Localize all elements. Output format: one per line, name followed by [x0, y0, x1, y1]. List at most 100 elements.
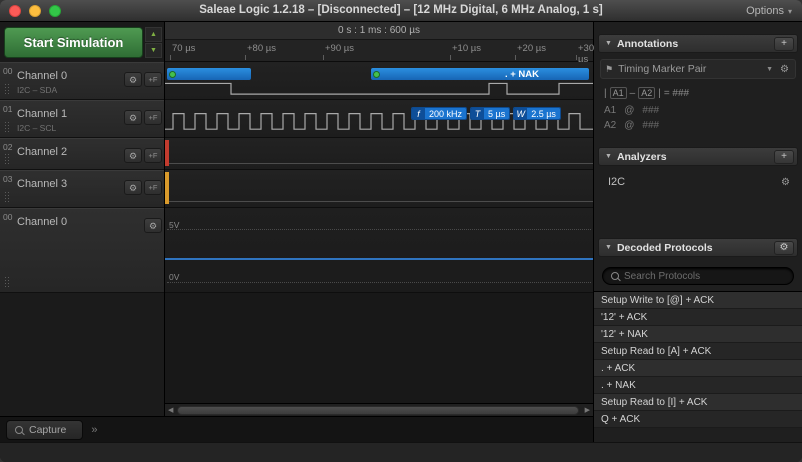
drag-handle[interactable] [4, 153, 10, 166]
formula-close: | [658, 88, 661, 99]
trigger-button[interactable]: +F [144, 148, 162, 163]
waveform-channel-1[interactable]: f200 kHz T5 µs W2.5 µs [165, 100, 593, 138]
section-annotations-header[interactable]: ▼ Annotations + [598, 34, 798, 53]
protocol-row[interactable]: Q + ACK [594, 411, 802, 428]
section-analyzers-header[interactable]: ▼ Analyzers + [598, 147, 798, 166]
voltage-gridline [167, 229, 591, 230]
channel-buttons: ⚙ +F [124, 174, 162, 207]
section-decoded-protocols-header[interactable]: ▼ Decoded Protocols ⚙ [598, 238, 798, 257]
channel-row-2[interactable]: 02 Channel 2 ⚙ +F [0, 138, 164, 170]
channel-buttons: ⚙ [144, 212, 162, 292]
collapse-up-button[interactable]: ▲ [145, 27, 162, 42]
channel-settings-button[interactable]: ⚙ [144, 218, 162, 233]
channel-settings-button[interactable]: ⚙ [124, 180, 142, 195]
protocol-row[interactable]: Setup Write to [@] + ACK [594, 292, 802, 309]
tick-label: 70 µs [172, 43, 195, 54]
width-value: 2.5 µs [527, 108, 560, 119]
marker-settings-button[interactable]: ⚙ [778, 64, 791, 75]
waveform-channel-0[interactable]: . + NAK [165, 62, 593, 100]
trigger-button[interactable]: +F [144, 72, 162, 87]
protocol-row[interactable]: . + ACK [594, 360, 802, 377]
disclosure-icon[interactable]: ▼ [605, 244, 612, 251]
protocol-row[interactable]: Setup Read to [I] + ACK [594, 394, 802, 411]
scroll-thumb[interactable] [177, 406, 578, 415]
formula-minus: – [630, 88, 636, 99]
drag-handle[interactable] [4, 191, 10, 204]
collapse-down-button[interactable]: ▼ [145, 43, 162, 58]
scroll-right-icon[interactable]: ▶ [585, 406, 590, 414]
timing-marker-pair-label: Timing Marker Pair [618, 63, 761, 75]
channel-handle-area: 02 [3, 142, 17, 169]
drag-handle[interactable] [4, 121, 10, 134]
chevron-down-icon: ▾ [788, 7, 792, 16]
width-icon: W [514, 108, 527, 119]
timing-marker-pair[interactable]: ⚑ Timing Marker Pair ▼ ⚙ [600, 59, 796, 79]
channel-settings-button[interactable]: ⚙ [124, 110, 142, 125]
timeline-ruler[interactable]: 70 µs +80 µs +90 µs +10 µs +20 µs +30 µs [165, 40, 593, 62]
protocol-row[interactable]: Setup Read to [A] + ACK [594, 343, 802, 360]
content: Start Simulation ▲ ▼ 0 s : 1 ms : 600 µs… [0, 22, 802, 442]
analyzer-i2c[interactable]: I2C ⚙ [600, 172, 796, 192]
chevron-down-icon[interactable]: ▼ [766, 66, 773, 73]
waveform-channel-2[interactable] [165, 138, 593, 170]
tick-label: +90 µs [325, 43, 354, 54]
channel-row-0[interactable]: 00 Channel 0 I2C – SDA ⚙ +F [0, 62, 164, 100]
flat-trace [169, 201, 593, 202]
scroll-track[interactable] [175, 406, 582, 415]
marker-a1-chip: A1 [610, 87, 627, 99]
width-measurement[interactable]: W2.5 µs [513, 107, 561, 120]
period-measurement[interactable]: T5 µs [470, 107, 510, 120]
channel-info: Channel 0 [17, 212, 144, 292]
drag-handle[interactable] [4, 276, 10, 289]
tick-label: +10 µs [452, 43, 481, 54]
i2c-annotation-bar[interactable] [167, 68, 251, 80]
channel-row-1[interactable]: 01 Channel 1 I2C – SCL ⚙ +F [0, 100, 164, 138]
channel-row-3[interactable]: 03 Channel 3 ⚙ +F [0, 170, 164, 208]
channel-settings-button[interactable]: ⚙ [124, 148, 142, 163]
horizontal-scrollbar[interactable]: ◀ ▶ [165, 403, 593, 416]
panel-collapse-controls: ▲ ▼ [145, 27, 162, 58]
tracks: 00 Channel 0 I2C – SDA ⚙ +F [0, 62, 593, 416]
start-simulation-button[interactable]: Start Simulation [4, 27, 143, 58]
add-analyzer-button[interactable]: + [774, 150, 794, 164]
search-protocols-input[interactable] [624, 271, 785, 282]
trigger-button[interactable]: +F [144, 110, 162, 125]
waveform-channel-3[interactable] [165, 170, 593, 208]
channel-row-analog-0[interactable]: 00 Channel 0 ⚙ [0, 208, 164, 293]
search-box[interactable] [602, 267, 794, 285]
analog-trace [165, 258, 593, 260]
disclosure-icon[interactable]: ▼ [605, 40, 612, 47]
tab-overflow-button[interactable]: » [91, 424, 97, 436]
channel-index: 02 [3, 142, 17, 152]
marker-formula: | A1 – A2 | = ### [604, 87, 792, 99]
protocol-row[interactable]: '12' + NAK [594, 326, 802, 343]
channel-name: Channel 0 [17, 70, 124, 82]
protocol-row[interactable]: '12' + ACK [594, 309, 802, 326]
channel-name: Channel 3 [17, 178, 124, 190]
period-value: 5 µs [484, 108, 509, 119]
disclosure-icon[interactable]: ▼ [605, 153, 612, 160]
waveform-analog-0[interactable]: 5V 0V [165, 208, 593, 293]
scroll-left-icon[interactable]: ◀ [168, 406, 173, 414]
analyzer-settings-button[interactable]: ⚙ [779, 177, 792, 188]
trigger-button[interactable]: +F [144, 180, 162, 195]
marker-at: @ [624, 105, 634, 116]
add-annotation-button[interactable]: + [774, 37, 794, 51]
i2c-annotation-bar[interactable]: . + NAK [371, 68, 589, 80]
magnifier-icon [15, 426, 23, 434]
timeline-header: 0 s : 1 ms : 600 µs 70 µs +80 µs +90 µs … [165, 22, 593, 62]
gear-icon: ⚙ [129, 75, 137, 85]
decoded-settings-button[interactable]: ⚙ [774, 241, 794, 255]
channel-settings-button[interactable]: ⚙ [124, 72, 142, 87]
marker-values: A1 @ ### A2 @ ### [594, 101, 802, 131]
section-title: Analyzers [617, 151, 769, 163]
frequency-measurement[interactable]: f200 kHz [411, 107, 467, 120]
options-menu[interactable]: Options ▾ [746, 5, 792, 17]
voltage-label-bottom: 0V [169, 272, 179, 282]
drag-handle[interactable] [4, 83, 10, 96]
tab-capture[interactable]: Capture [6, 420, 83, 440]
channel-index: 00 [3, 66, 17, 76]
gear-icon: ⚙ [780, 242, 789, 253]
flat-trace [169, 163, 593, 164]
protocol-row[interactable]: . + NAK [594, 377, 802, 394]
